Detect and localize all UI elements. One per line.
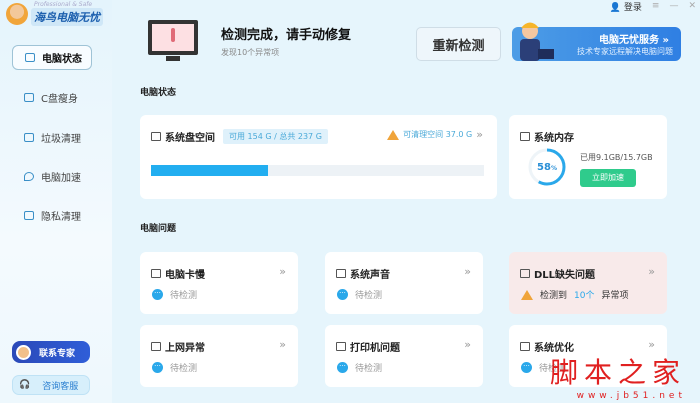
memory-used: 已用9.1GB/15.7GB [580,153,653,162]
chevron-right-icon: » [279,265,286,278]
status-text: 待检测 [355,291,383,301]
problem-card[interactable]: 电脑卡慢 » ··· 待检测 [140,252,298,314]
sidebar-item-privacy[interactable]: 隐私清理 [12,203,92,227]
sidebar: Professional & Safe 海鸟电脑无忧 电脑状态 C盘瘦身 垃圾清… [0,0,112,403]
sidebar-item-c-drive[interactable]: C盘瘦身 [12,85,92,109]
expert-avatar [16,344,31,360]
pending-icon: ··· [521,362,532,373]
memory-percent: 58% [537,162,557,173]
speaker-icon [336,269,346,278]
status-text: 检测到 [540,291,568,301]
disk-usage-bar [151,165,484,176]
chevron-right-icon: » [476,128,483,141]
banner-title: 电脑无忧服务 » [599,35,669,46]
logo-name: 海鸟电脑无忧 [31,8,103,26]
sidebar-item-speedup[interactable]: 电脑加速 [12,164,92,188]
page-title: 检测完成，请手动修复 [221,28,352,43]
warning-icon [387,129,400,140]
page-subtitle: 发现10个异常项 [221,48,280,57]
problem-card[interactable]: 打印机问题 » ··· 待检测 [325,325,483,387]
expert-label: 联系专家 [39,348,76,359]
chevron-right-icon: » [648,338,655,351]
warning-icon [521,289,533,300]
pending-icon: ··· [337,289,348,300]
disk-usage-fill [151,165,268,176]
search-icon [24,92,34,102]
rocket-icon [24,171,34,181]
disk-capacity-badge: 可用 154 G / 总共 237 G [223,129,328,144]
app-logo: Professional & Safe 海鸟电脑无忧 [6,1,103,26]
section-title: 电脑状态 [140,88,177,98]
login-label: 登录 [623,2,642,13]
minimize-icon[interactable]: — [669,1,678,11]
cleanable-label: 可清理空间 37.0 G [403,130,473,139]
status-text: 待检测 [170,291,198,301]
logo-subtitle: Professional & Safe [34,1,93,8]
monitor-icon [25,53,35,62]
technician-illustration [520,22,554,61]
problem-title: 电脑卡慢 [165,270,205,281]
problem-title: 打印机问题 [350,343,400,354]
chevron-right-icon: » [648,265,655,278]
alert-monitor-icon [148,20,198,61]
status-text: 异常项 [601,291,629,301]
trash-icon [24,132,34,142]
disk-space-card: 系统盘空间 可用 154 G / 总共 237 G 可清理空间 37.0 G» [140,115,497,199]
pending-icon: ··· [337,362,348,373]
boost-button[interactable]: 立即加速 [580,169,636,187]
problem-card[interactable]: DLL缺失问题 » 检测到 10个 异常项 [509,252,667,314]
section-title: 电脑问题 [140,224,177,234]
service-banner[interactable]: 电脑无忧服务 » 技术专家远程解决电脑问题 [512,22,681,61]
headset-icon: 🎧 [19,380,31,390]
mascot-avatar [6,3,28,25]
pending-icon: ··· [152,289,163,300]
memory-card: 系统内存 58% 已用9.1GB/15.7GB 立即加速 [509,115,667,199]
sidebar-item-pc-status[interactable]: 电脑状态 [12,45,92,70]
problem-title: 上网异常 [165,343,205,354]
contact-expert-button[interactable]: 联系专家 [12,341,90,363]
status-text: 待检测 [355,364,383,374]
problem-card[interactable]: 上网异常 » ··· 待检测 [140,325,298,387]
rescan-button[interactable]: 重新检测 [416,27,501,61]
close-icon[interactable]: ✕ [688,1,696,11]
chevron-right-icon: » [464,265,471,278]
nav-label: 电脑状态 [42,54,82,65]
disk-icon [151,132,161,141]
problem-title: DLL缺失问题 [534,270,596,281]
watermark: 脚本之家 www.jb51.net [549,356,686,401]
cleanable-link[interactable]: 可清理空间 37.0 G» [387,128,483,141]
issue-count: 10个 [574,291,595,301]
monitor-icon [151,269,161,278]
menu-icon[interactable]: ≡ [652,1,660,11]
sidebar-item-junk[interactable]: 垃圾清理 [12,125,92,149]
disk-title: 系统盘空间 [165,133,215,144]
banner-subtitle: 技术专家远程解决电脑问题 [577,47,673,56]
file-icon [520,269,530,278]
optimize-icon [520,342,530,351]
nav-label: 隐私清理 [41,211,81,223]
pending-icon: ··· [152,362,163,373]
memory-title: 系统内存 [534,133,574,144]
privacy-icon [24,210,34,220]
chevron-right-icon: » [279,338,286,351]
problem-title: 系统声音 [350,270,390,281]
login-button[interactable]: 👤 登录 [610,0,642,13]
printer-icon [336,342,346,351]
customer-service-button[interactable]: 🎧 咨询客服 [12,375,90,395]
memory-icon [520,132,530,141]
status-text: 待检测 [170,364,198,374]
wifi-icon [151,342,161,351]
problem-card[interactable]: 系统声音 » ··· 待检测 [325,252,483,314]
nav-label: 垃圾清理 [41,133,81,145]
service-label: 咨询客服 [42,381,79,392]
window-controls: 👤 登录 ≡ — ✕ [610,0,696,13]
nav-label: 电脑加速 [41,172,81,184]
nav-label: C盘瘦身 [41,93,78,105]
chevron-right-icon: » [464,338,471,351]
